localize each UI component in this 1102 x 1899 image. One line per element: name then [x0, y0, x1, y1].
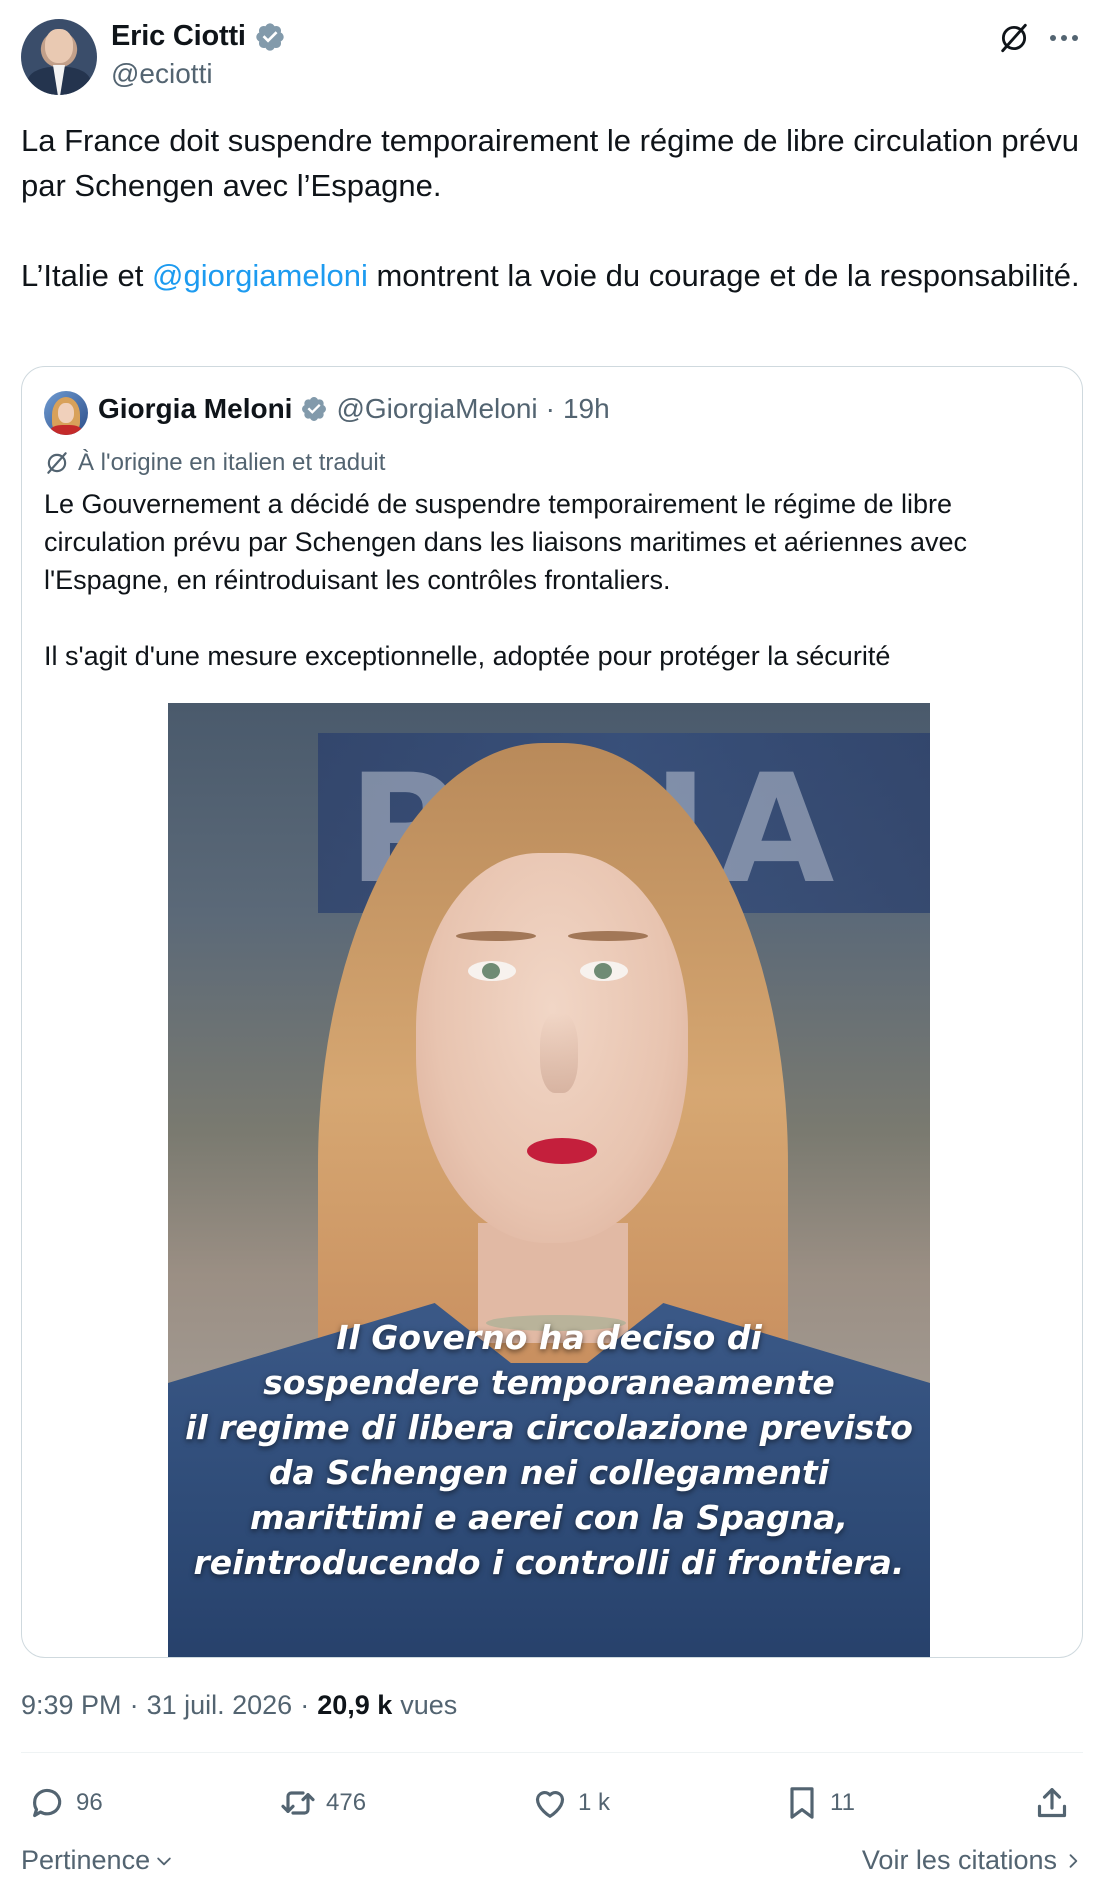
reply-count: 96 — [76, 1789, 103, 1816]
tweet-text: La France doit suspendre temporairement … — [21, 118, 1081, 298]
views-count: 20,9 k — [317, 1690, 393, 1720]
separator-dot: · — [545, 393, 555, 424]
sort-label: Pertinence — [21, 1845, 151, 1875]
tweet-date[interactable]: 31 juil. 2026 — [147, 1690, 293, 1721]
bookmark-icon — [790, 1787, 814, 1819]
verified-badge-icon — [302, 397, 327, 421]
separator-dot: · — [300, 1690, 310, 1720]
image-caption: Il Governo ha deciso di sospendere tempo… — [185, 1318, 913, 1582]
quoted-paragraph-1: Le Gouvernement a décidé de suspendre te… — [44, 489, 967, 595]
quoted-author-avatar[interactable] — [44, 391, 88, 435]
grok-icon[interactable] — [994, 18, 1034, 58]
like-button[interactable]: 1 k — [530, 1778, 610, 1828]
repost-button[interactable]: 476 — [278, 1778, 366, 1828]
more-options-icon[interactable] — [1044, 18, 1084, 58]
translate-icon — [47, 452, 67, 474]
separator-dot: · — [129, 1690, 139, 1720]
quoted-author-handle[interactable]: @GiorgiaMeloni — [336, 393, 537, 425]
reply-icon — [33, 1788, 62, 1818]
sort-dropdown[interactable]: Pertinence — [21, 1845, 174, 1876]
views-label: vues — [400, 1690, 458, 1720]
tweet-time[interactable]: 9:39 PM — [21, 1690, 122, 1721]
bookmark-count: 11 — [830, 1789, 855, 1816]
quoted-tweet-image[interactable]: PIZIA Il Governo ha deciso di sospendere… — [168, 703, 930, 1657]
author-name-row[interactable]: Eric Ciotti — [111, 20, 286, 53]
quoted-tweet-time[interactable]: 19h — [563, 393, 610, 425]
author-handle[interactable]: @eciotti — [111, 58, 213, 90]
quoted-tweet-card[interactable]: Giorgia Meloni @GiorgiaMeloni · 19h À l'… — [21, 366, 1083, 1658]
bookmark-button[interactable]: 11 — [782, 1778, 855, 1828]
translation-notice[interactable]: À l'origine en italien et traduit — [44, 449, 385, 477]
divider — [21, 1752, 1083, 1753]
mention-link[interactable]: @giorgiameloni — [152, 258, 368, 293]
tweet-paragraph-2: L’Italie et @giorgiameloni montrent la v… — [21, 253, 1081, 298]
quoted-tweet-header: Giorgia Meloni @GiorgiaMeloni · 19h — [98, 393, 610, 425]
author-name[interactable]: Eric Ciotti — [111, 20, 246, 53]
repost-icon — [281, 1791, 315, 1815]
tweet-meta: 9:39 PM · 31 juil. 2026 · 20,9 k vues — [21, 1690, 457, 1721]
reply-button[interactable]: 96 — [28, 1778, 103, 1828]
tweet-text-after-mention: montrent la voie du courage et de la res… — [367, 258, 1080, 293]
heart-icon — [535, 1791, 565, 1818]
tweet-detail: Eric Ciotti @eciotti La France doit susp… — [0, 0, 1102, 1899]
quoted-tweet-text: Le Gouvernement a décidé de suspendre te… — [44, 485, 1064, 675]
view-quotes-label: Voir les citations — [861, 1845, 1057, 1875]
share-button[interactable] — [1032, 1778, 1072, 1828]
translation-label: À l'origine en italien et traduit — [78, 449, 386, 476]
action-bar: 96 476 1 k 11 — [0, 1778, 1102, 1828]
like-count: 1 k — [578, 1789, 611, 1816]
verified-badge-icon — [256, 22, 284, 51]
chevron-right-icon — [1069, 1853, 1078, 1868]
author-avatar[interactable] — [21, 19, 97, 95]
quoted-author-name[interactable]: Giorgia Meloni — [98, 393, 292, 425]
quoted-paragraph-2: Il s'agit d'une mesure exceptionnelle, a… — [44, 641, 891, 671]
view-quotes-link[interactable]: Voir les citations — [862, 1845, 1083, 1876]
tweet-paragraph-1: La France doit suspendre temporairement … — [21, 123, 1079, 203]
share-icon — [1037, 1788, 1067, 1818]
chevron-down-icon — [157, 1857, 171, 1865]
repost-count: 476 — [326, 1789, 367, 1816]
tweet-text-before-mention: L’Italie et — [21, 258, 152, 293]
